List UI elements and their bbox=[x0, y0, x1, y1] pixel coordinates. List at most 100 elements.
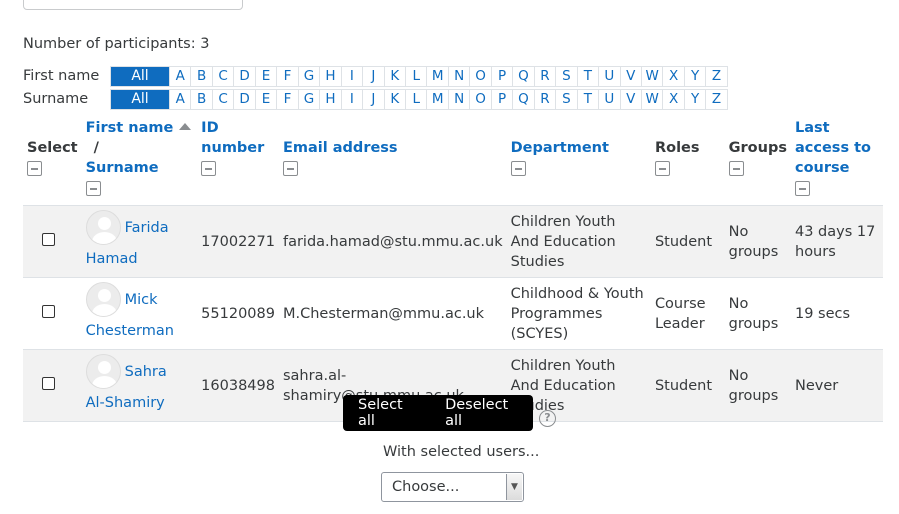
firstname-initial-q[interactable]: Q bbox=[512, 66, 533, 86]
hide-column-icon[interactable] bbox=[728, 161, 744, 176]
hide-column-icon[interactable] bbox=[510, 161, 526, 176]
firstname-initial-m[interactable]: M bbox=[426, 66, 447, 86]
firstname-initial-g[interactable]: G bbox=[297, 66, 319, 86]
surname-initial-o[interactable]: O bbox=[469, 89, 490, 109]
firstname-initial-l[interactable]: L bbox=[404, 66, 426, 86]
sort-lastaccess-link[interactable]: Last access to course bbox=[795, 118, 879, 178]
firstname-initial-u[interactable]: U bbox=[598, 66, 619, 86]
surname-initial-n[interactable]: N bbox=[447, 89, 469, 109]
surname-initial-k[interactable]: K bbox=[383, 89, 405, 109]
surname-initial-l[interactable]: L bbox=[404, 89, 426, 109]
surname-initials-label: Surname bbox=[23, 91, 89, 107]
user-profile-link[interactable]: Mick Chesterman bbox=[85, 282, 174, 339]
hide-column-icon[interactable] bbox=[85, 181, 101, 196]
surname-initial-t[interactable]: T bbox=[576, 89, 598, 109]
user-last-name: Hamad bbox=[85, 251, 138, 267]
col-groups-label: Groups bbox=[728, 140, 787, 156]
surname-initial-g[interactable]: G bbox=[297, 89, 319, 109]
surname-initial-v[interactable]: V bbox=[619, 89, 641, 109]
surname-initial-x[interactable]: X bbox=[662, 89, 683, 109]
firstname-initial-h[interactable]: H bbox=[319, 66, 340, 86]
bulk-action-selected-value: Choose... bbox=[392, 479, 460, 495]
sort-surname-link[interactable]: Surname bbox=[86, 160, 159, 176]
user-profile-link[interactable]: Farida Hamad bbox=[85, 210, 169, 267]
surname-initial-j[interactable]: J bbox=[362, 89, 383, 109]
help-icon[interactable]: ? bbox=[539, 410, 556, 427]
firstname-initial-t[interactable]: T bbox=[576, 66, 598, 86]
firstname-initial-w[interactable]: W bbox=[640, 66, 662, 86]
surname-initial-h[interactable]: H bbox=[319, 89, 340, 109]
selection-button-group: Select all Deselect all bbox=[343, 395, 533, 431]
surname-initial-b[interactable]: B bbox=[190, 89, 211, 109]
sort-firstname-link[interactable]: First name bbox=[86, 120, 174, 136]
surname-initial-f[interactable]: F bbox=[276, 89, 297, 109]
surname-letter-bar: All ABCDEFGHIJKLMNOPQRSTUVWXYZ bbox=[110, 88, 728, 110]
surname-initial-a[interactable]: A bbox=[169, 89, 190, 109]
firstname-initial-b[interactable]: B bbox=[190, 66, 211, 86]
surname-initial-d[interactable]: D bbox=[233, 89, 254, 109]
select-all-button[interactable]: Select all bbox=[343, 397, 430, 429]
sort-department-link[interactable]: Department bbox=[511, 140, 609, 156]
surname-initial-i[interactable]: I bbox=[340, 89, 362, 109]
name-cell: Sahra Al-Shamiry bbox=[81, 349, 198, 422]
firstname-initial-j[interactable]: J bbox=[362, 66, 383, 86]
firstname-initial-x[interactable]: X bbox=[662, 66, 683, 86]
surname-initial-p[interactable]: P bbox=[490, 89, 512, 109]
firstname-initial-y[interactable]: Y bbox=[683, 66, 705, 86]
hide-column-icon[interactable] bbox=[654, 161, 670, 176]
hide-column-icon[interactable] bbox=[27, 161, 42, 176]
firstname-initial-z[interactable]: Z bbox=[705, 66, 726, 86]
avatar-icon bbox=[85, 210, 121, 245]
col-name: First name / Surname bbox=[81, 116, 198, 206]
hide-column-icon[interactable] bbox=[282, 161, 298, 176]
surname-initial-z[interactable]: Z bbox=[705, 89, 726, 109]
surname-initial-u[interactable]: U bbox=[598, 89, 619, 109]
surname-initial-e[interactable]: E bbox=[254, 89, 276, 109]
surname-initial-w[interactable]: W bbox=[640, 89, 662, 109]
surname-initial-y[interactable]: Y bbox=[683, 89, 705, 109]
user-select-checkbox[interactable] bbox=[42, 376, 55, 390]
firstname-initial-f[interactable]: F bbox=[276, 66, 297, 86]
firstname-initial-d[interactable]: D bbox=[233, 66, 254, 86]
sort-idnumber-link[interactable]: ID number bbox=[201, 118, 265, 158]
idnumber-cell: 17002271 bbox=[197, 205, 279, 278]
firstname-initial-i[interactable]: I bbox=[340, 66, 362, 86]
firstname-initial-n[interactable]: N bbox=[447, 66, 469, 86]
hide-column-icon[interactable] bbox=[795, 181, 810, 196]
firstname-initial-a[interactable]: A bbox=[169, 66, 190, 86]
firstname-initial-v[interactable]: V bbox=[619, 66, 641, 86]
select-cell bbox=[23, 349, 82, 422]
col-select-label: Select bbox=[27, 140, 78, 156]
col-idnumber: ID number bbox=[197, 116, 279, 206]
surname-initial-m[interactable]: M bbox=[426, 89, 447, 109]
surname-initial-c[interactable]: C bbox=[211, 89, 233, 109]
firstname-initial-o[interactable]: O bbox=[469, 66, 490, 86]
sort-email-link[interactable]: Email address bbox=[283, 140, 398, 156]
table-row: Farida Hamad 17002271 farida.hamad@stu.mm… bbox=[23, 205, 883, 278]
firstname-initial-k[interactable]: K bbox=[383, 66, 405, 86]
department-cell: Childhood & Youth Programmes (SCYES) bbox=[506, 277, 651, 350]
name-cell: Mick Chesterman bbox=[81, 277, 198, 350]
user-profile-link[interactable]: Sahra Al-Shamiry bbox=[85, 354, 167, 411]
firstname-initial-e[interactable]: E bbox=[254, 66, 276, 86]
col-roles: Roles bbox=[650, 116, 725, 206]
surname-initial-all[interactable]: All bbox=[111, 89, 169, 109]
top-select-box[interactable] bbox=[23, 0, 243, 10]
surname-initial-q[interactable]: Q bbox=[512, 89, 533, 109]
firstname-initial-c[interactable]: C bbox=[211, 66, 233, 86]
deselect-all-button[interactable]: Deselect all bbox=[430, 397, 533, 429]
user-select-checkbox[interactable] bbox=[42, 232, 55, 246]
surname-initial-s[interactable]: S bbox=[555, 89, 576, 109]
col-groups: Groups bbox=[724, 116, 791, 206]
firstname-initial-r[interactable]: R bbox=[533, 66, 555, 86]
surname-initial-r[interactable]: R bbox=[533, 89, 555, 109]
firstname-initial-s[interactable]: S bbox=[555, 66, 576, 86]
table-row: Mick Chesterman 55120089 M.Chesterman@mmu… bbox=[23, 277, 883, 350]
hide-column-icon[interactable] bbox=[201, 161, 217, 176]
firstname-initial-p[interactable]: P bbox=[490, 66, 512, 86]
idnumber-cell: 16038498 bbox=[197, 349, 279, 422]
firstname-letter-bar: All ABCDEFGHIJKLMNOPQRSTUVWXYZ bbox=[110, 65, 728, 87]
user-select-checkbox[interactable] bbox=[42, 304, 55, 318]
firstname-initial-all[interactable]: All bbox=[111, 66, 169, 86]
bulk-action-select[interactable]: Choose... ▼ bbox=[381, 472, 524, 502]
